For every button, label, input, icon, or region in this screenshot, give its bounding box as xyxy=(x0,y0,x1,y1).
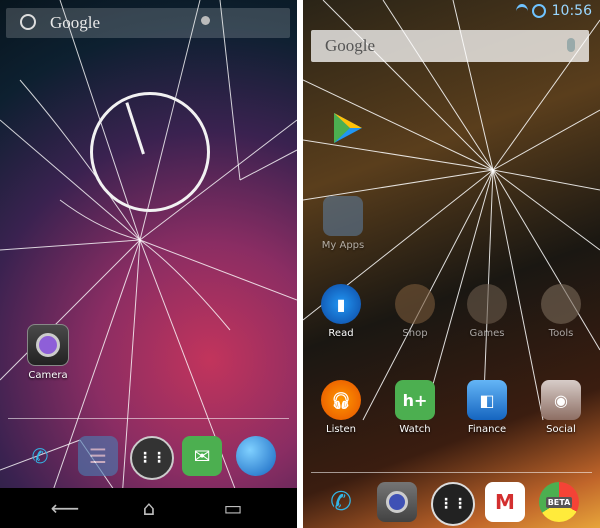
status-time: 10:56 xyxy=(551,3,592,19)
camera-icon xyxy=(27,324,69,366)
app-label: My Apps xyxy=(321,240,365,251)
status-bar: 10:56 xyxy=(303,0,600,22)
back-icon[interactable]: ⟵ xyxy=(50,496,80,520)
app-label: Social xyxy=(546,424,576,435)
home-icon[interactable]: ⌂ xyxy=(134,496,164,520)
voice-search-icon[interactable] xyxy=(567,38,575,52)
app-shop[interactable]: Shop xyxy=(383,284,447,339)
globe-icon[interactable] xyxy=(236,436,276,476)
app-tools[interactable]: Tools xyxy=(529,284,593,339)
app-finance[interactable]: ◧ Finance xyxy=(455,380,519,435)
chrome-beta-icon[interactable]: BETA xyxy=(539,482,579,522)
app-label: Watch xyxy=(399,424,431,435)
search-icon xyxy=(20,14,36,30)
beta-badge: BETA xyxy=(545,496,573,508)
app-drawer-icon[interactable]: ⋮⋮ xyxy=(130,436,174,480)
app-watch[interactable]: h+ Watch xyxy=(383,380,447,435)
app-label: Tools xyxy=(548,328,574,339)
app-label: Read xyxy=(328,328,354,339)
app-drawer-icon[interactable]: ⋮⋮ xyxy=(431,482,475,526)
app-label: Camera xyxy=(28,370,68,381)
read-icon: ▮ xyxy=(321,284,361,324)
app-listen[interactable]: 🎧︎ Listen xyxy=(309,380,373,435)
messaging-icon[interactable]: ✉ xyxy=(182,436,222,476)
voice-search-icon[interactable] xyxy=(201,16,210,25)
analog-clock-widget[interactable] xyxy=(90,92,210,212)
app-label: Listen xyxy=(326,424,356,435)
dock-divider xyxy=(311,472,592,473)
gmail-icon[interactable]: M xyxy=(485,482,525,522)
finance-icon: ◧ xyxy=(467,380,507,420)
app-play-store[interactable] xyxy=(315,108,379,152)
shop-icon xyxy=(395,284,435,324)
google-logo: Google xyxy=(325,36,376,55)
games-icon xyxy=(467,284,507,324)
google-search-bar[interactable]: Google xyxy=(6,8,290,38)
google-logo: Google xyxy=(50,13,101,32)
app-label: Finance xyxy=(467,424,507,435)
app-read[interactable]: ▮ Read xyxy=(309,284,373,339)
app-label: Games xyxy=(469,328,505,339)
listen-icon: 🎧︎ xyxy=(321,380,361,420)
app-label: Shop xyxy=(402,328,428,339)
right-phone-screen: 10:56 Google My Apps ▮ Read Shop Games T… xyxy=(303,0,600,528)
wifi-icon xyxy=(516,4,528,19)
camera-icon[interactable] xyxy=(377,482,417,522)
recents-icon[interactable]: ▭ xyxy=(218,496,248,520)
app-games[interactable]: Games xyxy=(455,284,519,339)
app-camera[interactable]: Camera xyxy=(16,324,80,381)
app-my-apps[interactable]: My Apps xyxy=(311,196,375,251)
dock-divider xyxy=(8,418,289,419)
app-social[interactable]: ◉ Social xyxy=(529,380,593,435)
tools-icon xyxy=(541,284,581,324)
play-store-icon xyxy=(327,108,367,148)
watch-icon: h+ xyxy=(395,380,435,420)
google-search-bar[interactable]: Google xyxy=(311,30,589,62)
social-icon: ◉ xyxy=(541,380,581,420)
my-apps-icon xyxy=(323,196,363,236)
contacts-icon[interactable]: ☰ xyxy=(78,436,118,476)
sync-icon xyxy=(532,4,546,18)
left-phone-screen: Google Camera ✆ ☰ ⋮⋮ ✉ ⟵ ⌂ ▭ xyxy=(0,0,297,528)
navigation-bar: ⟵ ⌂ ▭ xyxy=(0,488,297,528)
phone-icon[interactable]: ✆ xyxy=(20,436,60,476)
phone-icon[interactable]: ✆ xyxy=(321,482,361,522)
crack-overlay-right xyxy=(303,0,600,421)
